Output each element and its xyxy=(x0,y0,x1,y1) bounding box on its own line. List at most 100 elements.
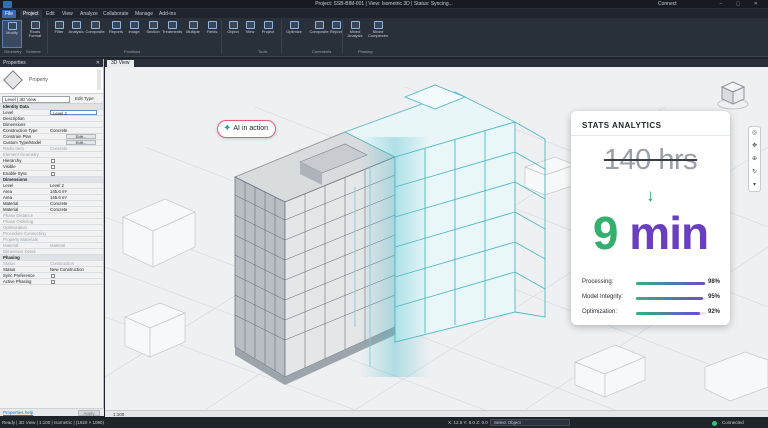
property-key: Element Geometry xyxy=(3,152,39,158)
property-row[interactable]: Active Phasing xyxy=(0,279,103,286)
property-checkbox[interactable] xyxy=(51,165,55,170)
time-after-unit: min xyxy=(629,207,709,259)
property-key: Area xyxy=(3,188,13,194)
steering-wheel-icon[interactable]: ◎ xyxy=(749,127,760,140)
selection-dropdown[interactable]: Select Object xyxy=(490,419,570,426)
tab-manage[interactable]: Manage xyxy=(132,10,156,18)
tab-analyze[interactable]: Analyze xyxy=(77,10,101,18)
report-button[interactable]: Report xyxy=(326,20,346,48)
image-button[interactable]: Image xyxy=(124,20,144,48)
time-after-number: 9 xyxy=(592,207,619,259)
optimize-icon xyxy=(289,21,299,29)
orbit-icon[interactable]: ↻ xyxy=(749,166,760,179)
tab-collaborate[interactable]: Collaborate xyxy=(100,10,132,18)
view-button[interactable]: View xyxy=(240,20,260,48)
roots-format-button[interactable]: Roots Format xyxy=(25,20,45,48)
tab-view[interactable]: View xyxy=(59,10,76,18)
property-checkbox[interactable] xyxy=(51,274,55,279)
user-account[interactable]: Connect xyxy=(658,1,677,7)
property-checkbox[interactable] xyxy=(51,171,55,176)
optimize-button[interactable]: Optimize xyxy=(284,20,304,48)
mixed-complexes-button[interactable]: Mixed Complexes xyxy=(367,20,389,48)
ribbon-group-label: Tools xyxy=(258,49,268,54)
composite-button[interactable]: Composite xyxy=(85,20,105,48)
type-scrollbar[interactable] xyxy=(97,70,101,90)
tab-file[interactable]: File xyxy=(2,10,17,18)
property-key: Material xyxy=(3,243,19,249)
close-icon[interactable]: ✕ xyxy=(96,60,100,66)
tab-3d-view[interactable]: 3D View xyxy=(107,60,134,67)
analysis-button[interactable]: Analysis xyxy=(66,20,86,48)
edit-type-button[interactable]: Edit Type xyxy=(75,96,94,101)
navigation-bar: ◎ ✥ ⊕ ↻ ▾ xyxy=(748,126,761,192)
stat-value: 95% xyxy=(707,294,720,300)
property-key: Phase Ordering xyxy=(3,218,34,224)
progress-track xyxy=(636,312,706,315)
tab-add-ins[interactable]: Add-ins xyxy=(156,10,179,18)
tab-edit[interactable]: Edit xyxy=(43,10,58,18)
window-title: Project: SSB-BIM-001 | View: Isometric 3… xyxy=(315,1,453,7)
window-controls[interactable]: – ▢ ✕ xyxy=(720,1,764,7)
fields-button[interactable]: Fields xyxy=(202,20,222,48)
apply-button[interactable]: Apply xyxy=(78,410,100,416)
coordinates-readout: X: 12.5 Y: 8.0 Z: 0.0 xyxy=(448,420,488,425)
menu-bar: File Project Edit View Analyze Collabora… xyxy=(0,9,768,18)
section-button[interactable]: Section xyxy=(143,20,163,48)
property-key: Hierarchy xyxy=(3,158,22,164)
property-key: Procedure Connecting xyxy=(3,230,46,236)
properties-help-link[interactable]: Properties help xyxy=(3,410,33,415)
multiple-button[interactable]: Multiple xyxy=(183,20,203,48)
mixed-complexes-icon xyxy=(373,21,383,29)
mixed-analysis-button[interactable]: Mixed Analysis xyxy=(344,20,366,48)
property-value[interactable]: 145.6 m² xyxy=(50,189,67,194)
property-value[interactable]: Concrete xyxy=(50,128,67,133)
property-edit-button[interactable]: Edit... xyxy=(66,140,96,146)
more-icon[interactable]: ▾ xyxy=(749,179,760,192)
filter-icon xyxy=(54,21,64,29)
zoom-icon[interactable]: ⊕ xyxy=(749,153,760,166)
property-key: Status xyxy=(3,267,16,273)
app-window: Project: SSB-BIM-001 | View: Isometric 3… xyxy=(0,0,768,428)
ribbon-divider xyxy=(221,20,222,54)
properties-footer: Properties help Apply xyxy=(0,408,104,416)
composite-icon xyxy=(314,21,324,29)
ribbon-group-label: Phasing xyxy=(358,49,373,54)
reports-button[interactable]: Reports xyxy=(106,20,126,48)
section-icon xyxy=(148,21,158,29)
progress-fill xyxy=(636,312,701,315)
property-value[interactable]: 145.6 m² xyxy=(50,195,67,200)
modify-button[interactable]: Modify xyxy=(2,20,22,48)
property-input[interactable]: Level 2 xyxy=(50,110,97,116)
property-key: Custom Type/Model xyxy=(3,140,42,146)
view-tab-strip: 3D View xyxy=(105,59,768,67)
property-value[interactable]: Concrete xyxy=(50,207,67,212)
instance-dropdown[interactable]: Level | 3D View xyxy=(2,96,70,103)
property-checkbox[interactable] xyxy=(51,159,55,164)
time-after: 9 min xyxy=(571,207,730,259)
title-bar: Project: SSB-BIM-001 | View: Isometric 3… xyxy=(0,0,768,9)
type-selector[interactable]: Property xyxy=(0,67,103,94)
property-key: Visible xyxy=(3,164,16,170)
view-scale[interactable]: 1:100 xyxy=(113,412,124,417)
property-checkbox[interactable] xyxy=(51,280,55,285)
property-value[interactable]: New Construction xyxy=(50,267,84,272)
connection-status: Connected xyxy=(722,420,744,425)
ribbon-toolbar: Modify Roots Format Filter Analysis Comp… xyxy=(0,18,768,57)
view-cube-icon[interactable] xyxy=(716,78,750,112)
fields-icon xyxy=(207,21,217,29)
pan-icon[interactable]: ✥ xyxy=(749,140,760,153)
project-tools-button[interactable]: Project xyxy=(258,20,278,48)
family-cube-icon xyxy=(3,70,23,90)
stats-analytics-card: STATS ANALYTICS 140 hrs ↓ 9 min Processi… xyxy=(571,111,730,325)
stat-label: Optimization: xyxy=(582,309,618,315)
stat-row-processing: Processing: 98% xyxy=(582,279,722,288)
property-value[interactable]: Level 2 xyxy=(50,183,64,188)
treatments-button[interactable]: Treatments xyxy=(162,20,182,48)
property-edit-button[interactable]: Edit... xyxy=(66,134,96,140)
property-value[interactable]: Concrete xyxy=(50,201,67,206)
property-key: Property Materials xyxy=(3,237,38,243)
properties-header: Properties ✕ xyxy=(0,59,103,67)
down-arrow-icon: ↓ xyxy=(646,186,655,205)
tab-project[interactable]: Project xyxy=(20,10,42,18)
format-icon xyxy=(30,21,40,29)
